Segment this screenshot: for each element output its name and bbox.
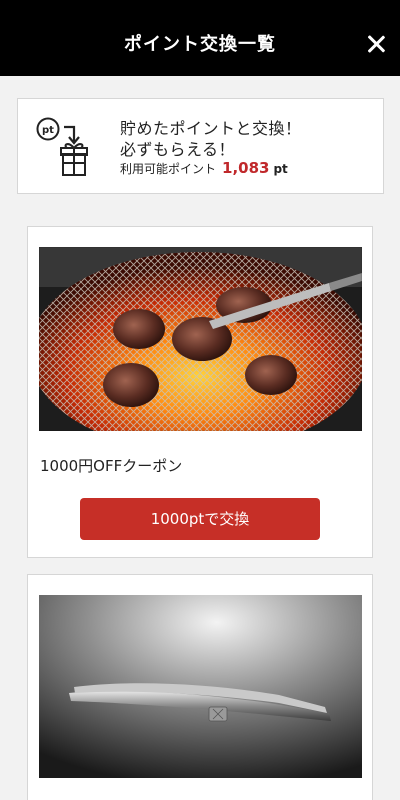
grilled-meat-photo	[39, 247, 362, 431]
reward-card: 1000円OFFクーポン 1000ptで交換	[27, 226, 373, 558]
reward-title: 1000円OFFクーポン	[40, 457, 183, 475]
available-points-label: 利用可能ポイント	[120, 162, 217, 176]
available-points-value: 1,083	[222, 159, 270, 177]
page-title: ポイント交換一覧	[124, 34, 276, 55]
svg-text:pt: pt	[42, 125, 54, 136]
reward-card	[27, 574, 373, 800]
available-points: 利用可能ポイント 1,083 pt	[120, 159, 288, 177]
summary-subheadline: 必ずもらえる！	[120, 140, 236, 159]
available-points-unit: pt	[273, 162, 288, 176]
points-summary-card: pt 貯めたポイントと交換！ 必ずもらえる！ 利用可能ポイント 1,083 pt	[17, 98, 384, 194]
steel-tongs-photo	[39, 595, 362, 778]
exchange-button[interactable]: 1000ptで交換	[80, 498, 320, 540]
points-gift-icon: pt	[36, 117, 88, 176]
close-icon[interactable]	[366, 34, 386, 54]
app-header: ポイント交換一覧	[0, 0, 400, 76]
